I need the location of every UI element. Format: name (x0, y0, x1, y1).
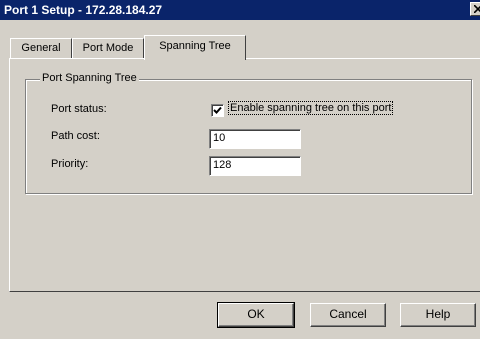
checkmark-icon (213, 106, 222, 114)
port-status-label: Port status: (51, 103, 107, 115)
close-icon (474, 5, 480, 13)
path-cost-label: Path cost: (51, 130, 100, 142)
enable-spanning-tree-checkbox[interactable] (211, 104, 224, 117)
path-cost-field[interactable]: 10 (209, 129, 301, 149)
tab-port-mode[interactable]: Port Mode (72, 38, 144, 58)
priority-label: Priority: (51, 158, 89, 170)
group-legend: Port Spanning Tree (40, 72, 139, 84)
close-button[interactable] (470, 2, 480, 16)
enable-spanning-tree-label[interactable]: Enable spanning tree on this port (227, 101, 394, 115)
cancel-button[interactable]: Cancel (310, 303, 386, 327)
help-button[interactable]: Help (400, 303, 476, 327)
ok-button[interactable]: OK (217, 302, 295, 328)
dialog-window: Port 1 Setup - 172.28.184.27 General Por… (0, 0, 480, 339)
tab-spanning-tree[interactable]: Spanning Tree (144, 35, 246, 60)
priority-field[interactable]: 128 (209, 156, 301, 176)
tab-general[interactable]: General (10, 38, 72, 58)
title-bar[interactable]: Port 1 Setup - 172.28.184.27 (0, 0, 480, 20)
window-title: Port 1 Setup - 172.28.184.27 (4, 3, 163, 17)
